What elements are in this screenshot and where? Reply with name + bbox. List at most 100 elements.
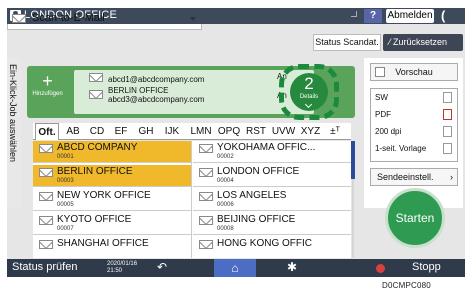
destination-entry[interactable]: LOS ANGELES 00006 [193, 189, 351, 211]
resize-corner-icon [351, 11, 357, 17]
mail-icon [199, 240, 213, 249]
entry-name: BERLIN OFFICE [57, 166, 133, 177]
add-label: Hinzufügen [32, 91, 63, 97]
scrollbar-thumb[interactable] [351, 141, 355, 179]
entry-name: LONDON OFFICE [217, 166, 300, 177]
original-type: 1-seit. Vorlage [375, 144, 427, 153]
destination-entry[interactable]: SHANGHAI OFFICE [33, 237, 191, 258]
column-divider [191, 141, 192, 258]
destination-entry[interactable]: BERLIN OFFICE 00003 [33, 165, 191, 187]
power-icon[interactable]: ( [441, 8, 445, 23]
reset-button[interactable]: ⁄ Zurücksetzen [383, 34, 463, 51]
original-icon [443, 143, 452, 154]
tab-ijk[interactable]: IJK [160, 123, 184, 140]
entry-number: 00004 [217, 178, 234, 184]
entry-number: 00007 [57, 226, 74, 232]
start-button[interactable]: Starten [385, 188, 445, 248]
tab-xyz[interactable]: XYZ [298, 123, 323, 140]
entry-number: 00008 [217, 226, 234, 232]
tab-opq[interactable]: OPQ [215, 123, 243, 140]
date: 2020/01/16 [107, 261, 138, 267]
scan-settings-summary[interactable]: SW PDF 200 dpi 1-seit. Vorlage [370, 88, 458, 162]
one-click-job-label: Ein-Klick-Job auswählen [8, 64, 18, 163]
tab-uvw[interactable]: UVW [269, 123, 298, 140]
chevron-down-icon [304, 100, 313, 109]
tab-symbols[interactable]: ±ᵀ [325, 123, 345, 140]
send-settings-button[interactable]: Sendeeinstell. › [370, 168, 458, 186]
stop-icon [376, 264, 385, 273]
index-tabs: Oft. AB CD EF GH IJK LMN OPQ RST UVW XYZ… [33, 123, 351, 140]
add-destination-button[interactable]: + Hinzufügen [31, 71, 64, 113]
entry-name: NEW YORK OFFICE [57, 190, 151, 201]
stop-button[interactable]: Stopp [412, 261, 441, 273]
tab-ef[interactable]: EF [111, 123, 131, 140]
file-type: PDF [375, 110, 391, 119]
bottom-bar: Status prüfen 2020/01/16 21:50 ↶ ⌂ ✱ Stop… [7, 259, 465, 277]
tab-ab[interactable]: AB [63, 123, 83, 140]
one-click-job-tab[interactable]: Ein-Klick-Job auswählen [7, 58, 21, 208]
back-arrow-icon[interactable]: ↶ [157, 260, 167, 274]
destination-entry[interactable]: LONDON OFFICE 00004 [193, 165, 351, 187]
chevron-down-icon [190, 17, 196, 21]
tab-gh[interactable]: GH [135, 123, 157, 140]
destination-entry[interactable]: NEW YORK OFFICE 00005 [33, 189, 191, 211]
mail-icon [39, 168, 53, 177]
home-icon: ⌂ [231, 261, 239, 275]
selected-destinations[interactable]: abcd1@abcdcompany.com An BERLIN OFFICE a… [74, 70, 314, 114]
scan-status-button[interactable]: Status Scandat. [313, 34, 381, 51]
destination-entry[interactable]: KYOTO OFFICE 00007 [33, 213, 191, 235]
check-status-button[interactable]: Status prüfen [12, 261, 77, 273]
recent-name: BERLIN OFFICE [108, 86, 169, 95]
screen: LONDON OFFICE ? Abmelden ( Scan-to-E-Mai… [7, 8, 465, 277]
recent-email: abcd3@abcdcompany.com [108, 95, 205, 104]
entry-number: 00001 [57, 154, 74, 160]
plus-icon: + [42, 71, 53, 91]
color-icon [443, 92, 452, 103]
entry-number: 00005 [57, 202, 74, 208]
help-button[interactable]: ? [364, 9, 382, 23]
mail-icon [39, 144, 53, 153]
chevron-right-icon: › [450, 172, 453, 182]
mail-icon [199, 168, 213, 177]
details-button[interactable]: 2 Details [290, 73, 328, 111]
reset-button-label: Zurücksetzen [393, 37, 448, 47]
logout-button[interactable]: Abmelden [386, 9, 434, 23]
tab-cd[interactable]: CD [87, 123, 107, 140]
destination-entry[interactable]: BEIJING OFFICE 00008 [193, 213, 351, 235]
mail-icon [89, 73, 103, 82]
mail-icon [89, 90, 103, 99]
mail-icon [199, 144, 213, 153]
settings-panel: Vorschau SW PDF 200 dpi 1-seit. Vorlage … [364, 58, 463, 208]
entry-name: LOS ANGELES [217, 190, 287, 201]
preview-toggle[interactable]: Vorschau [370, 63, 458, 81]
resolution-icon [443, 126, 452, 137]
destination-list: ABCD COMPANY 00001 YOKOHAMA OFFIC... 00002 B… [33, 141, 351, 258]
entry-name: YOKOHAMA OFFIC... [217, 142, 316, 153]
tab-frequent[interactable]: Oft. [35, 123, 59, 140]
destination-entry[interactable]: YOKOHAMA OFFIC... 00002 [193, 141, 351, 163]
destination-entry[interactable]: HONG KONG OFFIC [193, 237, 351, 258]
clock: 2020/01/16 21:50 [107, 261, 137, 275]
home-button[interactable]: ⌂ [214, 259, 256, 277]
destination-entry[interactable]: ABCD COMPANY 00001 [33, 141, 191, 163]
entry-number: 00006 [217, 202, 234, 208]
tab-rst[interactable]: RST [243, 123, 269, 140]
entry-name: KYOTO OFFICE [57, 214, 132, 225]
mail-icon [199, 192, 213, 201]
details-label: Details [299, 94, 319, 100]
entry-name: BEIJING OFFICE [217, 214, 296, 225]
time: 21:50 [107, 268, 123, 274]
checkbox [375, 67, 385, 77]
mail-icon [199, 216, 213, 225]
mail-icon [39, 216, 53, 225]
tab-lmn[interactable]: LMN [187, 123, 215, 140]
color-mode: SW [375, 93, 388, 102]
destination-count: 2 [304, 74, 314, 93]
preview-label: Vorschau [395, 67, 433, 77]
gear-icon[interactable]: ✱ [287, 260, 297, 274]
details-highlight: 2 Details [279, 64, 339, 120]
entry-number: 00003 [57, 178, 74, 184]
mail-icon [39, 240, 53, 249]
mail-icon [12, 14, 26, 23]
entry-number: 00002 [217, 154, 234, 160]
